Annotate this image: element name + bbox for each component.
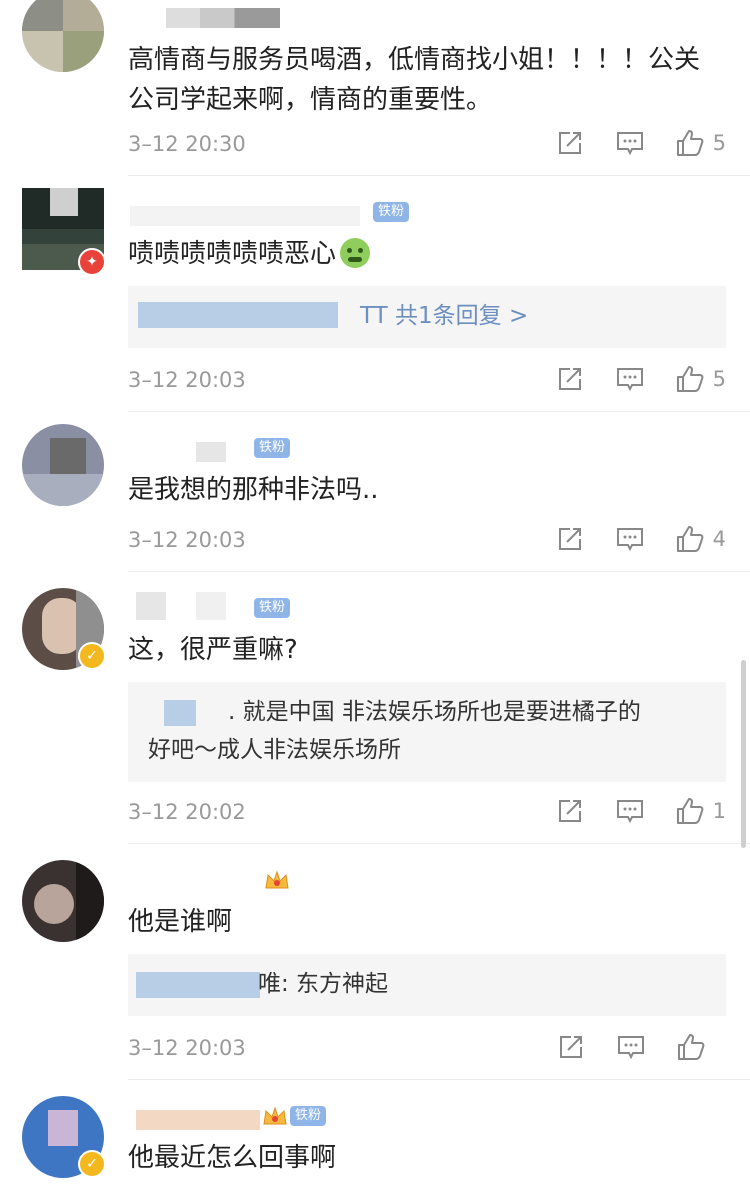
- share-button[interactable]: [555, 128, 585, 158]
- comment-actions: 4: [525, 524, 726, 554]
- comment-icon: [616, 800, 643, 824]
- comment-actions: 1: [525, 796, 726, 826]
- share-button[interactable]: [555, 524, 585, 554]
- comment-text: 是我想的那种非法吗..: [128, 475, 379, 505]
- comment-button[interactable]: [615, 796, 645, 826]
- reply-text: 唯: 东方神起: [258, 968, 388, 1000]
- like-count: 4: [712, 527, 726, 551]
- reply-preview[interactable]: . 就是中国 非法娱乐场所也是要进橘子的 好吧～成人非法娱乐场所: [128, 682, 726, 782]
- reply-username-blurred: [136, 972, 260, 998]
- reply-username-blurred: [138, 302, 338, 328]
- comment-item: 铁粉 是我想的那种非法吗.. 3–12 20:03 4: [0, 412, 750, 572]
- comment-item: ✓ 铁粉 他最近怎么回事啊: [0, 1080, 750, 1190]
- comment-button[interactable]: [615, 128, 645, 158]
- like-button[interactable]: 4: [675, 524, 726, 554]
- reply-preview[interactable]: 唯: 东方神起: [128, 954, 726, 1016]
- comment-item: ✦ 铁粉 啧啧啧啧啧啧恶心 TT 共1条回复 > 3–12 20:03 5: [0, 176, 750, 412]
- username-blurred[interactable]: [166, 8, 280, 28]
- comment-time: 3–12 20:03: [128, 528, 246, 552]
- reply-link[interactable]: TT 共1条回复 >: [360, 300, 528, 332]
- comment-actions: [526, 1032, 726, 1062]
- nauseated-face-emoji: [340, 238, 371, 268]
- comment-icon: [616, 132, 643, 156]
- comment-icon: [616, 528, 643, 552]
- username-blurred[interactable]: [196, 592, 226, 620]
- like-button[interactable]: [676, 1032, 726, 1062]
- share-button[interactable]: [555, 796, 585, 826]
- comment-actions: 5: [525, 128, 726, 158]
- like-count: 1: [712, 799, 726, 823]
- share-icon: [560, 1036, 582, 1058]
- like-count: 5: [712, 131, 726, 155]
- like-button[interactable]: 5: [675, 364, 726, 394]
- comment-actions: 5: [525, 364, 726, 394]
- comment-text: 高情商与服务员喝酒，低情商找小姐！！！！公关公司学起来啊，情商的重要性。: [128, 45, 701, 115]
- share-button[interactable]: [556, 1032, 586, 1062]
- share-icon: [558, 800, 581, 822]
- star-badge-icon: ✦: [78, 248, 106, 276]
- comment-button[interactable]: [615, 364, 645, 394]
- like-button[interactable]: 5: [675, 128, 726, 158]
- comment-time: 3–12 20:03: [128, 1036, 246, 1060]
- username-blurred[interactable]: [136, 592, 166, 620]
- like-count: 5: [712, 367, 726, 391]
- username-blurred[interactable]: [130, 206, 360, 226]
- reply-text-line: . 就是中国 非法娱乐场所也是要进橘子的: [228, 699, 641, 725]
- fan-badge: 铁粉: [254, 438, 291, 458]
- comment-time: 3–12 20:30: [128, 132, 246, 156]
- thumbs-up-icon: [676, 366, 704, 392]
- avatar[interactable]: [22, 424, 104, 506]
- username-blurred[interactable]: [196, 442, 226, 462]
- thumbs-up-icon: [676, 798, 704, 824]
- thumbs-up-icon: [676, 130, 704, 156]
- comment-item: ✓ 铁粉 这，很严重嘛? . 就是中国 非法娱乐场所也是要进橘子的 好吧～成人非…: [0, 572, 750, 844]
- thumbs-up-icon: [676, 526, 704, 552]
- share-button[interactable]: [555, 364, 585, 394]
- comment-icon: [616, 368, 643, 392]
- share-icon: [558, 528, 581, 550]
- like-button[interactable]: 1: [675, 796, 726, 826]
- reply-text-line: 好吧～成人非法娱乐场所: [148, 737, 401, 763]
- avatar[interactable]: [22, 860, 104, 942]
- reply-username-blurred: [164, 700, 196, 726]
- comment-text: 他最近怎么回事啊: [128, 1143, 337, 1173]
- reply-preview[interactable]: TT 共1条回复 >: [128, 286, 726, 348]
- comment-text: 这，很严重嘛?: [128, 635, 298, 665]
- comment-text-content: 啧啧啧啧啧啧恶心: [128, 239, 337, 269]
- share-icon: [558, 132, 581, 154]
- reply-content: 唯: 东方神起: [258, 971, 389, 997]
- comment-text: 他是谁啊: [128, 907, 233, 937]
- comment-button[interactable]: [615, 524, 645, 554]
- crown-icon: [263, 1106, 287, 1125]
- comment-item: 他是谁啊 唯: 东方神起 3–12 20:03: [0, 844, 750, 1080]
- fan-badge: 铁粉: [373, 202, 410, 222]
- comment-text: 啧啧啧啧啧啧恶心: [128, 234, 720, 274]
- avatar[interactable]: [22, 0, 104, 72]
- comment-button[interactable]: [616, 1032, 646, 1062]
- scrollbar[interactable]: [741, 660, 746, 848]
- share-icon: [558, 368, 581, 390]
- comment-item: 高情商与服务员喝酒，低情商找小姐！！！！公关公司学起来啊，情商的重要性。 3–1…: [0, 0, 750, 176]
- thumbs-up-icon: [678, 1034, 705, 1060]
- fan-badge: 铁粉: [254, 598, 291, 618]
- fan-badge: 铁粉: [290, 1106, 327, 1126]
- comment-icon: [618, 1036, 644, 1060]
- verified-badge-icon: ✓: [78, 1150, 106, 1178]
- crown-icon: [265, 870, 289, 889]
- comment-time: 3–12 20:03: [128, 368, 246, 392]
- comment-time: 3–12 20:02: [128, 800, 246, 824]
- username-blurred[interactable]: [136, 1110, 260, 1130]
- verified-badge-icon: ✓: [78, 642, 106, 670]
